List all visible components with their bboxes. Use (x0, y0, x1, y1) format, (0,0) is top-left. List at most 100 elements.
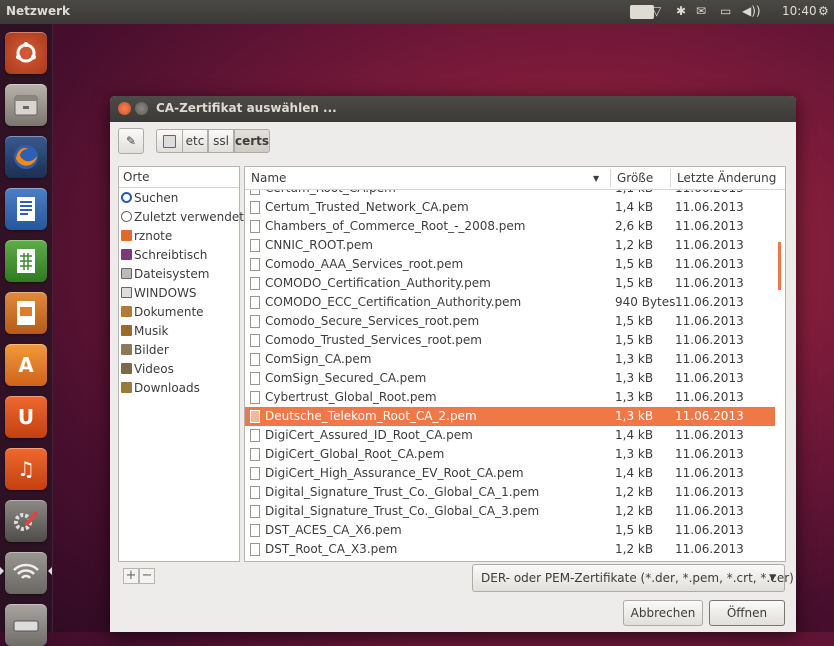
cancel-button[interactable]: Abbrechen (623, 600, 703, 626)
file-icon (250, 353, 260, 366)
dialog-titlebar[interactable]: CA-Zertifikat auswählen ... (110, 96, 796, 122)
desktop-icon (121, 249, 132, 260)
close-button[interactable] (118, 102, 131, 115)
filter-label: DER- oder PEM-Zertifikate (*.der, *.pem,… (481, 571, 794, 585)
table-row[interactable]: Digital_Signature_Trust_Co._Global_CA_1.… (245, 483, 775, 502)
focus-indicator (48, 567, 52, 575)
clock[interactable]: 10:40 (782, 4, 817, 18)
ubuntu-one-icon[interactable]: U (5, 396, 47, 438)
file-date: 11.06.2013 (675, 485, 744, 499)
add-bookmark-button[interactable]: + (123, 568, 139, 584)
pencil-icon: ✎ (125, 134, 137, 148)
battery-icon[interactable]: ▭ (720, 4, 731, 18)
files-icon[interactable] (5, 84, 47, 126)
remove-bookmark-button[interactable]: − (139, 568, 155, 584)
places-item-videos[interactable]: Videos (121, 360, 174, 379)
table-row[interactable]: Digital_Signature_Trust_Co._Global_CA_3.… (245, 502, 775, 521)
app-menu-title: Netzwerk (6, 4, 71, 18)
table-row[interactable]: Deutsche_Telekom_Root_CA_2.pem 1,3 kB 11.0… (245, 407, 775, 426)
file-icon (250, 505, 260, 518)
writer-icon[interactable] (5, 188, 47, 230)
table-row[interactable]: Comodo_Secure_Services_root.pem 1,5 kB 11.… (245, 312, 775, 331)
network-icon[interactable] (5, 552, 47, 594)
table-row[interactable]: DigiCert_Global_Root_CA.pem 1,3 kB 11.06.2… (245, 445, 775, 464)
sort-arrow-icon: ▼ (593, 174, 600, 183)
places-item-home[interactable]: rznote (121, 227, 172, 246)
file-icon (250, 220, 260, 233)
firefox-icon[interactable] (5, 136, 47, 178)
table-row[interactable]: Comodo_AAA_Services_root.pem 1,5 kB 11.06.… (245, 255, 775, 274)
software-center-icon[interactable]: A (5, 344, 47, 386)
table-row[interactable]: COMODO_Certification_Authority.pem 1,5 kB… (245, 274, 775, 293)
root-path-button[interactable] (156, 129, 182, 153)
mail-icon[interactable]: ✉ (696, 4, 706, 18)
column-name-header[interactable]: Name (251, 171, 286, 185)
places-item-downloads[interactable]: Downloads (121, 379, 200, 398)
places-item-recent[interactable]: Zuletzt verwendet (121, 208, 244, 227)
impress-icon[interactable] (5, 292, 47, 334)
network-indicator-icon[interactable]: ▽ (652, 4, 661, 18)
column-date-header[interactable]: Letzte Änderung (677, 171, 776, 185)
places-item-pictures[interactable]: Bilder (121, 341, 169, 360)
launcher: A U ♫ (0, 24, 53, 646)
file-name: ComSign_Secured_CA.pem (265, 371, 427, 385)
file-chooser-dialog: CA-Zertifikat auswählen ... ✎ etc ssl ce… (110, 96, 796, 632)
table-row[interactable]: Cybertrust_Global_Root.pem 1,3 kB 11.06.20… (245, 388, 775, 407)
table-row[interactable]: COMODO_ECC_Certification_Authority.pem 94… (245, 293, 775, 312)
table-row[interactable]: Comodo_Trusted_Services_root.pem 1,5 kB 11… (245, 331, 775, 350)
file-name: Chambers_of_Commerce_Root_-_2008.pem (265, 219, 526, 233)
file-icon (250, 524, 260, 537)
table-row[interactable]: ComSign_Secured_CA.pem 1,3 kB 11.06.2013 (245, 369, 775, 388)
keyboard-indicator[interactable]: De (630, 5, 655, 19)
search-icon (121, 192, 132, 203)
table-row[interactable]: DigiCert_High_Assurance_EV_Root_CA.pem 1,… (245, 464, 775, 483)
file-size: 1,3 kB (615, 371, 654, 385)
path-segment[interactable]: ssl (208, 129, 234, 153)
file-name: COMODO_ECC_Certification_Authority.pem (265, 295, 522, 309)
running-indicator (0, 567, 4, 575)
places-item-windows[interactable]: WINDOWS (121, 284, 197, 303)
column-divider (610, 169, 611, 187)
table-row[interactable]: Certum_Trusted_Network_CA.pem 1,4 kB 11.06… (245, 198, 775, 217)
table-row[interactable]: Chambers_of_Commerce_Root_-_2008.pem 2,6 … (245, 217, 775, 236)
table-row[interactable]: CNNIC_ROOT.pem 1,2 kB 11.06.2013 (245, 236, 775, 255)
drive-icon[interactable] (5, 604, 47, 646)
file-size: 1,4 kB (615, 200, 654, 214)
column-size-header[interactable]: Größe (617, 171, 653, 185)
volume-icon[interactable]: ◀)) (742, 4, 761, 18)
places-item-documents[interactable]: Dokumente (121, 303, 204, 322)
table-row[interactable]: DST_ACES_CA_X6.pem 1,5 kB 11.06.2013 (245, 521, 775, 540)
places-item-desktop[interactable]: Schreibtisch (121, 246, 207, 265)
file-icon (250, 334, 260, 347)
open-button[interactable]: Öffnen (709, 600, 785, 626)
places-item-search[interactable]: Suchen (121, 189, 178, 208)
scrollbar-thumb[interactable] (778, 242, 781, 290)
dialog-title: CA-Zertifikat auswählen ... (156, 101, 337, 115)
file-icon (250, 277, 260, 290)
file-type-filter-select[interactable]: DER- oder PEM-Zertifikate (*.der, *.pem,… (472, 564, 794, 592)
ubuntu-one-music-icon[interactable]: ♫ (5, 448, 47, 490)
file-name: Comodo_Trusted_Services_root.pem (265, 333, 482, 347)
file-icon (250, 239, 260, 252)
file-name: CNNIC_ROOT.pem (265, 238, 373, 252)
minimize-button[interactable] (135, 102, 148, 115)
edit-location-button[interactable]: ✎ (118, 128, 144, 154)
places-header[interactable]: Orte (119, 167, 239, 188)
bluetooth-icon[interactable]: ✱ (676, 4, 686, 18)
column-divider (670, 169, 671, 187)
path-segment[interactable]: etc (182, 129, 208, 153)
file-size: 2,6 kB (615, 219, 654, 233)
session-gear-icon[interactable]: ⚙ (818, 4, 829, 18)
table-row[interactable]: ComSign_CA.pem 1,3 kB 11.06.2013 (245, 350, 775, 369)
videos-folder-icon (121, 363, 132, 374)
file-date: 11.06.2013 (675, 447, 744, 461)
path-segment-current[interactable]: certs (234, 129, 270, 153)
system-settings-icon[interactable] (5, 500, 47, 542)
places-item-filesystem[interactable]: Dateisystem (121, 265, 209, 284)
table-row[interactable]: DST_Root_CA_X3.pem 1,2 kB 11.06.2013 (245, 540, 775, 559)
table-row[interactable]: DigiCert_Assured_ID_Root_CA.pem 1,4 kB 11.… (245, 426, 775, 445)
places-item-music[interactable]: Musik (121, 322, 169, 341)
ubuntu-dash-icon[interactable] (5, 32, 47, 74)
file-size: 1,5 kB (615, 257, 654, 271)
calc-icon[interactable] (5, 240, 47, 282)
